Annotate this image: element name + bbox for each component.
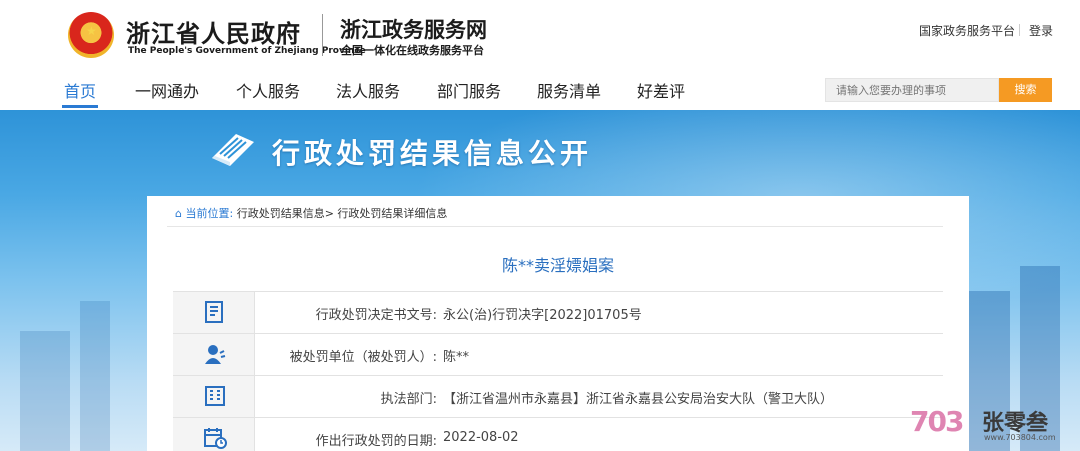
skyline-building — [80, 301, 110, 451]
case-title: 陈**卖淫嫖娼案 — [501, 256, 614, 275]
document-icon-cell — [173, 292, 255, 333]
nav-one-stop[interactable]: 一网通办 — [135, 78, 199, 102]
breadcrumb-divider — [167, 226, 943, 227]
calendar-icon-cell — [173, 418, 255, 451]
person-icon-cell — [173, 334, 255, 375]
nav-personal-services[interactable]: 个人服务 — [236, 78, 300, 102]
nav-department-services[interactable]: 部门服务 — [437, 78, 501, 102]
book-icon — [212, 134, 254, 166]
row-value: 【浙江省温州市永嘉县】浙江省永嘉县公安局治安大队（警卫大队） — [443, 392, 834, 407]
breadcrumb-current: 行政处罚结果详细信息 — [337, 207, 448, 220]
banner-title: 行政处罚结果信息公开 — [272, 137, 593, 170]
row-value: 陈** — [443, 350, 470, 365]
breadcrumb-separator: > — [324, 207, 334, 220]
gov-name[interactable]: 浙江省人民政府 — [126, 14, 301, 49]
nav-active-indicator — [62, 105, 98, 108]
top-link-separator — [1019, 24, 1020, 36]
breadcrumb-link-results[interactable]: 行政处罚结果信息 — [237, 207, 325, 220]
calendar-icon — [204, 428, 227, 449]
building-icon — [205, 386, 225, 406]
row-label: 作出行政处罚的日期: — [315, 434, 437, 449]
gov-name-en: The People's Government of Zhejiang Prov… — [128, 46, 366, 56]
document-icon — [205, 301, 223, 323]
national-emblem-icon: ★ — [68, 12, 114, 58]
row-value: 2022-08-02 — [443, 430, 519, 445]
row-value: 永公(治)行罚决字[2022]01705号 — [443, 308, 642, 323]
portal-subtitle: 全国一体化在线政务服务平台 — [341, 44, 484, 57]
nav-service-list[interactable]: 服务清单 — [537, 78, 601, 102]
detail-row-penalized-party: 被处罚单位（被处罚人）: 陈** — [173, 333, 943, 375]
nav-rating[interactable]: 好差评 — [637, 78, 685, 102]
search-input[interactable] — [825, 78, 999, 102]
skyline-building — [20, 331, 70, 451]
detail-row-enforcement-department: 执法部门: 【浙江省温州市永嘉县】浙江省永嘉县公安局治安大队（警卫大队） — [173, 375, 943, 417]
breadcrumb-prefix: 当前位置: — [185, 207, 234, 220]
national-platform-link[interactable]: 国家政务服务平台 — [919, 22, 1015, 39]
row-label: 执法部门: — [380, 392, 437, 407]
detail-row-penalty-date: 作出行政处罚的日期: 2022-08-02 — [173, 417, 943, 451]
site-header: ★ 浙江省人民政府 The People's Government of Zhe… — [0, 0, 1080, 70]
watermark-logo: 703 — [910, 405, 964, 438]
watermark-url: www.703804.com — [984, 433, 1056, 442]
header-divider — [322, 14, 323, 56]
person-icon — [205, 345, 226, 364]
detail-row-decision-number: 行政处罚决定书文号: 永公(治)行罚决字[2022]01705号 — [173, 291, 943, 333]
nav-home[interactable]: 首页 — [64, 78, 96, 102]
row-label: 被处罚单位（被处罚人）: — [289, 350, 437, 365]
nav-legal-entity-services[interactable]: 法人服务 — [336, 78, 400, 102]
search-button[interactable]: 搜索 — [999, 78, 1052, 102]
breadcrumb: ⌂ 当前位置: 行政处罚结果信息> 行政处罚结果详细信息 — [175, 205, 447, 221]
login-link[interactable]: 登录 — [1029, 22, 1053, 39]
detail-card: ⌂ 当前位置: 行政处罚结果信息> 行政处罚结果详细信息 陈**卖淫嫖娼案 行政… — [147, 196, 969, 451]
building-icon-cell — [173, 376, 255, 417]
portal-name[interactable]: 浙江政务服务网 — [340, 14, 487, 44]
row-label: 行政处罚决定书文号: — [315, 308, 437, 323]
home-icon[interactable]: ⌂ — [175, 207, 182, 220]
